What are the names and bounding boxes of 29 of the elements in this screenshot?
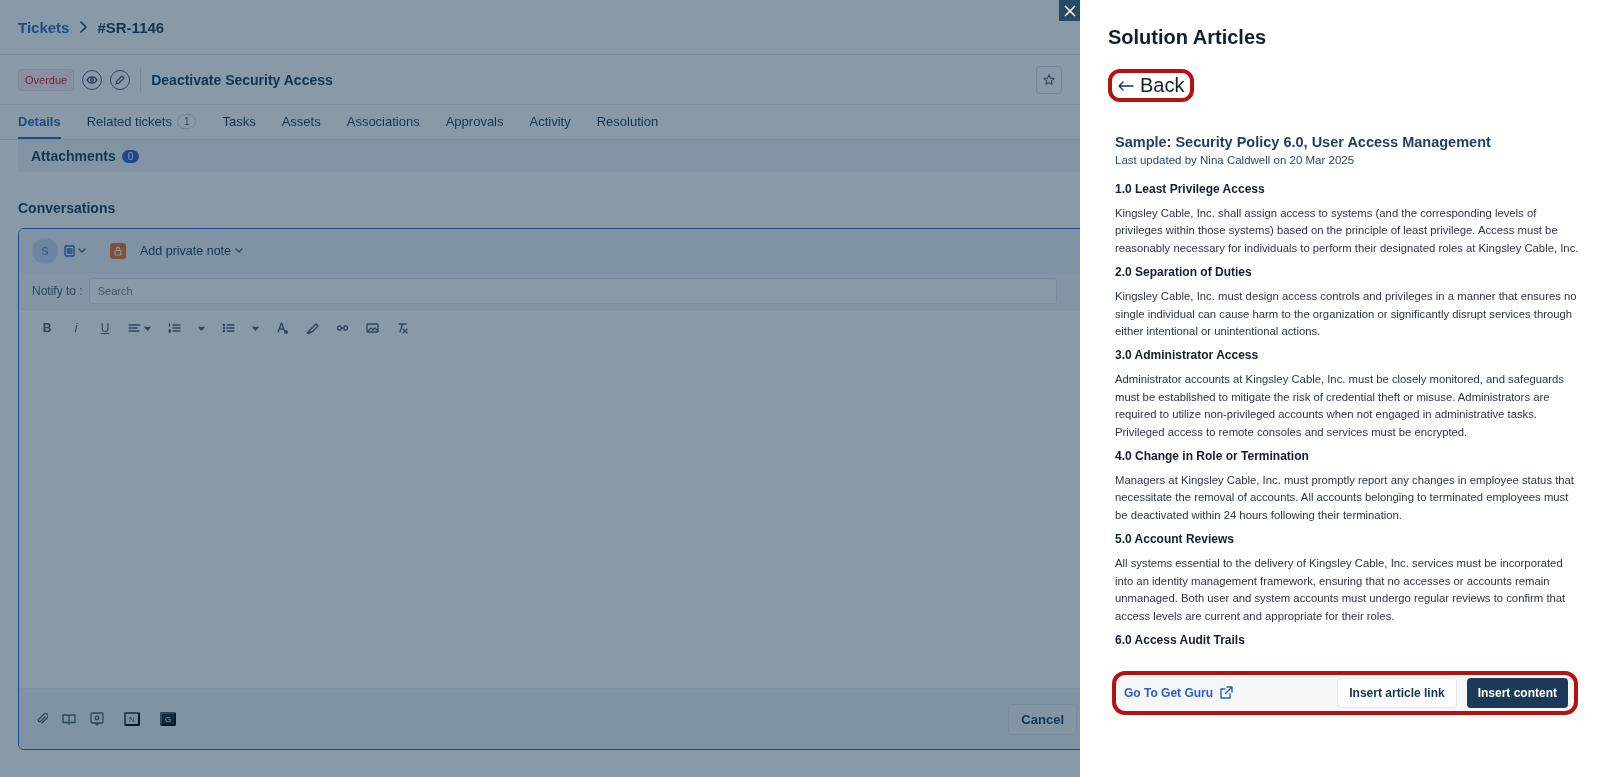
tab-label: Related tickets (86, 113, 172, 129)
section-heading: 3.0 Administrator Access (1115, 348, 1260, 363)
article-paragraph: All systems essential to the delivery of Kingsley Cable, Inc. services must be incorporated into an identity management framework, ensuring that no accesses or accounts remain unmanaged. Both user and system accounts must undergo regular reviews to confirm that access levels are current and appropriate for their roles. (1115, 556, 1567, 624)
article-paragraph: Managers at Kingsley Cable, Inc. must promptly report any changes in employee status that necessitate the removal of accounts. All accounts belonging to terminated employees must be deactivated within 24 hours following their termination. (1115, 473, 1575, 523)
tab-label: Assets (281, 113, 321, 129)
status-badge: Overdue (18, 68, 75, 91)
section-heading: 4.0 Change in Role or Termination (1115, 449, 1310, 464)
tab-label: Tasks (222, 113, 256, 129)
panel-title: Solution Articles (1108, 26, 1268, 49)
tab-label: Approvals (445, 113, 504, 129)
article-paragraph: Administrator accounts at Kingsley Cable, Inc. must be closely monitored, and safeguards must be established to mitigate the risk of credential theft or misuse. Administrators are required to utilize non-privileged accounts when not engaged in administrative tasks. Privileged access to remote consoles and services must be encrypted. (1115, 372, 1565, 440)
ticket-subject: Deactivate Security Access (151, 71, 333, 88)
tab-label: Activity (529, 113, 571, 129)
section-heading: 1.0 Least Privilege Access (1115, 182, 1266, 196)
count-badge: 0 (121, 149, 140, 163)
ticket-number: #SR-1146 (97, 18, 165, 36)
article-meta: Last updated by Nina Caldwell on 20 Mar 2025 (1115, 154, 1356, 166)
section-title: Attachments (31, 148, 116, 164)
article-paragraph: Kingsley Cable, Inc. must design access controls and privileges in a manner that ensures no single individual can cause harm to the organization or significantly disrupt services through either intentional or unintentional actions. (1115, 289, 1578, 340)
article-paragraph: Kingsley Cable, Inc. shall assign access to systems (and the corresponding levels of privileges within those systems) based on the principle of least privilege. Access must be reasonably necessary for individuals to perform their designated roles at Kingsley Cable, Inc. (1115, 206, 1578, 256)
tab-label: Details (18, 113, 61, 129)
section-heading: 6.0 Access Audit Trails (1115, 632, 1246, 647)
tab-label: Associations (346, 113, 420, 129)
tab-label: Resolution (596, 113, 659, 129)
section-heading: 2.0 Separation of Duties (1115, 265, 1253, 280)
article-title: Sample: Security Policy 6.0, User Access Management (1115, 134, 1492, 150)
field-label: Notify to : (32, 284, 83, 298)
section-heading: 5.0 Account Reviews (1115, 532, 1235, 547)
section-title: Conversations (18, 200, 116, 216)
